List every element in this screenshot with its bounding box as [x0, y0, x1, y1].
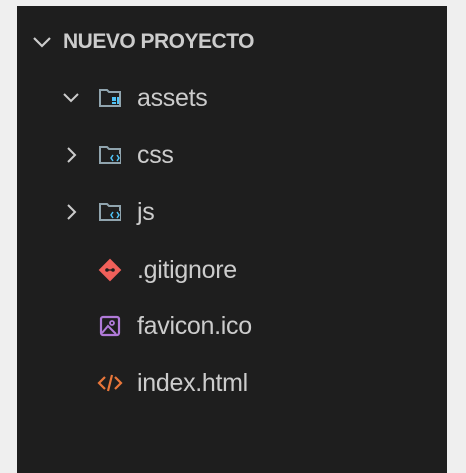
tree-item-css[interactable]: css [61, 138, 174, 172]
explorer-panel: NUEVO PROYECTO assets css js .gitignore … [17, 6, 447, 473]
tree-item-label: index.html [137, 368, 248, 397]
project-header[interactable]: NUEVO PROYECTO [31, 28, 254, 56]
tree-item-label: js [137, 197, 155, 226]
chevron-down-icon[interactable] [61, 88, 81, 108]
tree-item-favicon[interactable]: favicon.ico [61, 309, 252, 343]
folder-assets-icon [97, 85, 123, 111]
folder-js-icon [97, 199, 123, 225]
html-file-icon [97, 370, 123, 396]
tree-item-label: .gitignore [137, 255, 237, 284]
tree-item-index-html[interactable]: index.html [61, 366, 248, 400]
image-file-icon [97, 313, 123, 339]
tree-item-label: assets [137, 83, 208, 112]
tree-item-js[interactable]: js [61, 195, 155, 229]
chevron-right-icon[interactable] [61, 202, 81, 222]
chevron-right-icon[interactable] [61, 145, 81, 165]
chevron-down-icon[interactable] [31, 31, 53, 53]
project-title: NUEVO PROYECTO [63, 30, 254, 53]
tree-item-gitignore[interactable]: .gitignore [61, 253, 237, 287]
tree-item-assets[interactable]: assets [61, 81, 208, 115]
folder-css-icon [97, 142, 123, 168]
tree-item-label: favicon.ico [137, 311, 252, 340]
tree-item-label: css [137, 140, 174, 169]
git-icon [97, 257, 123, 283]
